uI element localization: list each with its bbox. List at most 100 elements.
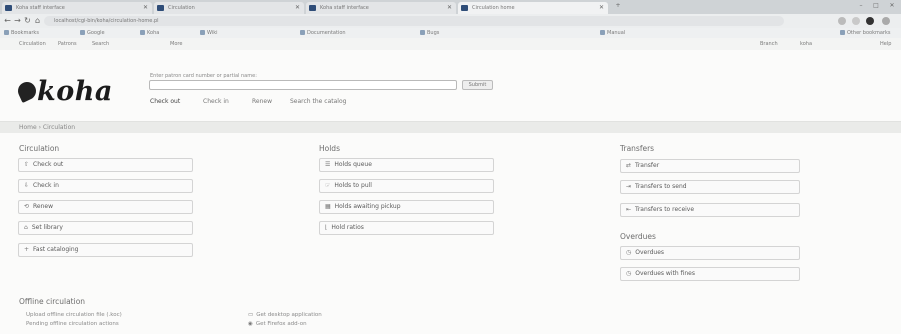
bookmark-item[interactable]: Bugs xyxy=(420,30,439,36)
koha-favicon-icon xyxy=(5,5,12,11)
extension-icon[interactable] xyxy=(852,17,860,25)
renew-button[interactable]: ⟲ Renew xyxy=(18,200,193,214)
firefox-icon: ◉ xyxy=(248,321,253,327)
bookmark-icon xyxy=(300,30,305,35)
tab-label: Circulation home xyxy=(472,5,515,11)
tab-check-in[interactable]: Check in xyxy=(203,98,229,105)
desktop-icon: ▭ xyxy=(248,312,254,318)
send-icon: ⇥ xyxy=(626,183,632,190)
close-icon[interactable]: ✕ xyxy=(599,2,604,14)
patron-search-input[interactable] xyxy=(149,80,457,90)
close-icon[interactable]: ✕ xyxy=(447,2,452,14)
upload-icon: ⇧ xyxy=(24,161,30,168)
koha-logo[interactable]: koha xyxy=(15,78,113,105)
koha-logo-icon xyxy=(15,79,39,103)
section-title-offline-circulation: Offline circulation xyxy=(19,297,86,306)
nav-branch[interactable]: Branch xyxy=(760,41,778,47)
tab-label: Koha staff interface xyxy=(320,5,369,11)
section-title-overdues: Overdues xyxy=(620,232,656,241)
tab-label: Circulation xyxy=(168,5,195,11)
tab-renew[interactable]: Renew xyxy=(252,98,272,105)
overdues-button[interactable]: ◷ Overdues xyxy=(620,246,800,260)
maximize-icon[interactable]: □ xyxy=(870,3,882,9)
exchange-icon: ⇄ xyxy=(626,162,632,169)
close-window-icon[interactable]: ✕ xyxy=(886,3,898,9)
reload-icon[interactable]: ↻ xyxy=(23,16,32,26)
nav-patrons[interactable]: Patrons xyxy=(58,41,77,47)
clock-icon: ◷ xyxy=(626,270,632,277)
check-in-button[interactable]: ⇩ Check in xyxy=(18,179,193,193)
star-icon[interactable] xyxy=(838,17,846,25)
bookmark-item[interactable]: Koha xyxy=(140,30,159,36)
back-icon[interactable]: ← xyxy=(3,16,12,26)
bookmarks-bar: Bookmarks Google Koha Wiki Documentation… xyxy=(0,28,901,38)
forward-icon[interactable]: → xyxy=(13,16,22,26)
close-icon[interactable]: ✕ xyxy=(295,2,300,14)
folder-icon xyxy=(840,30,845,35)
bookmark-icon xyxy=(200,30,205,35)
tab-label: Koha staff interface xyxy=(16,5,65,11)
overdues-with-fines-button[interactable]: ◷ Overdues with fines xyxy=(620,267,800,281)
pending-offline-actions-link[interactable]: Pending offline circulation actions xyxy=(26,321,119,327)
bookmark-item[interactable]: Other bookmarks xyxy=(840,30,890,36)
set-library-button[interactable]: ⌂ Set library xyxy=(18,221,193,235)
get-desktop-application-link[interactable]: ▭ Get desktop application xyxy=(248,312,322,318)
bookmark-item[interactable]: Bookmarks xyxy=(4,30,39,36)
browser-tab[interactable]: Circulation ✕ xyxy=(154,2,304,14)
holds-awaiting-pickup-button[interactable]: ▦ Holds awaiting pickup xyxy=(319,200,494,214)
browser-tab[interactable]: Koha staff interface ✕ xyxy=(2,2,152,14)
fast-cataloging-button[interactable]: + Fast cataloging xyxy=(18,243,193,257)
menu-icon[interactable] xyxy=(882,17,890,25)
submit-button[interactable]: Submit xyxy=(462,80,493,90)
transfers-to-receive-button[interactable]: ⇤ Transfers to receive xyxy=(620,203,800,217)
breadcrumb[interactable]: Home › Circulation xyxy=(0,121,901,133)
receive-icon: ⇤ xyxy=(626,206,632,213)
section-title-circulation: Circulation xyxy=(19,144,60,153)
get-firefox-addon-link[interactable]: ◉ Get Firefox add-on xyxy=(248,321,307,327)
nav-more[interactable]: More xyxy=(170,41,182,47)
profile-icon[interactable] xyxy=(866,17,874,25)
nav-search[interactable]: Search xyxy=(92,41,109,47)
browser-tab-active[interactable]: Circulation home ✕ xyxy=(458,2,608,14)
home-icon: ⌂ xyxy=(24,224,28,231)
section-title-transfers: Transfers xyxy=(620,144,655,153)
section-title-holds: Holds xyxy=(319,144,340,153)
bookmark-icon xyxy=(420,30,425,35)
upload-offline-file-link[interactable]: Upload offline circulation file (.koc) xyxy=(26,312,122,318)
retweet-icon: ⟲ xyxy=(24,203,30,210)
holds-queue-button[interactable]: ☰ Holds queue xyxy=(319,158,494,172)
browser-nav-bar: ← → ↻ ⌂ localhost/cgi-bin/koha/circulati… xyxy=(0,14,901,28)
hold-ratios-button[interactable]: ⌊ Hold ratios xyxy=(319,221,494,235)
new-tab-icon[interactable]: + xyxy=(612,3,624,9)
nav-user[interactable]: koha xyxy=(800,41,812,47)
koha-favicon-icon xyxy=(461,5,468,11)
bookmark-item[interactable]: Google xyxy=(80,30,105,36)
bookmark-icon xyxy=(140,30,145,35)
url-bar[interactable]: localhost/cgi-bin/koha/circulation-home.… xyxy=(44,16,784,26)
tab-check-out[interactable]: Check out xyxy=(150,98,180,105)
browser-tab[interactable]: Koha staff interface ✕ xyxy=(306,2,456,14)
transfers-to-send-button[interactable]: ⇥ Transfers to send xyxy=(620,180,800,194)
koha-top-nav: Circulation Patrons Search More Branch k… xyxy=(0,38,901,50)
bookmark-item[interactable]: Documentation xyxy=(300,30,346,36)
close-icon[interactable]: ✕ xyxy=(143,2,148,14)
nav-help[interactable]: Help xyxy=(880,41,891,47)
koha-favicon-icon xyxy=(157,5,164,11)
browser-tab-bar: Koha staff interface ✕ Circulation ✕ Koh… xyxy=(0,0,901,14)
check-out-button[interactable]: ⇧ Check out xyxy=(18,158,193,172)
hand-icon: ☞ xyxy=(325,182,331,189)
home-icon[interactable]: ⌂ xyxy=(33,16,42,26)
holds-to-pull-button[interactable]: ☞ Holds to pull xyxy=(319,179,494,193)
search-hint: Enter patron card number or partial name… xyxy=(150,73,257,79)
bookmark-item[interactable]: Wiki xyxy=(200,30,218,36)
transfer-button[interactable]: ⇄ Transfer xyxy=(620,159,800,173)
clock-icon: ◷ xyxy=(626,249,632,256)
bookmark-item[interactable]: Manual xyxy=(600,30,625,36)
tab-search-catalog[interactable]: Search the catalog xyxy=(290,98,346,105)
plus-icon: + xyxy=(24,246,30,253)
download-icon: ⇩ xyxy=(24,182,30,189)
chart-icon: ⌊ xyxy=(325,224,328,231)
bookmark-icon xyxy=(4,30,9,35)
minimize-icon[interactable]: – xyxy=(855,3,867,9)
nav-circulation[interactable]: Circulation xyxy=(19,41,46,47)
